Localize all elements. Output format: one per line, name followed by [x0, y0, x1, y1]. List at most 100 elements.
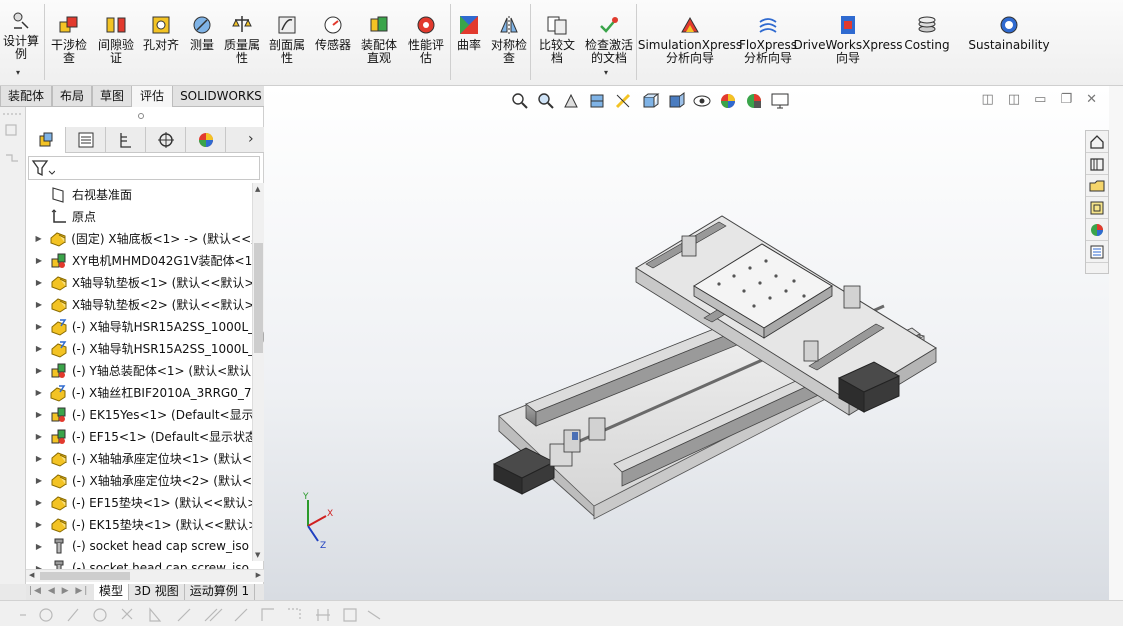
tree-expand-arrow-icon[interactable]: ▶ [32, 366, 46, 375]
custom-properties-icon[interactable] [1086, 241, 1108, 263]
interference-check-button[interactable]: 干涉检 查 [48, 2, 90, 82]
appearances-icon[interactable] [1086, 219, 1108, 241]
check-active-document-button[interactable]: 检查激活 的文档 [582, 2, 636, 82]
tree-expand-arrow-icon[interactable]: ▶ [32, 432, 46, 441]
hole-alignment-button[interactable]: 孔对齐 [140, 2, 182, 82]
ribbon-dropdown-arrow-icon[interactable]: ▾ [16, 68, 20, 77]
tree-horizontal-scrollbar[interactable]: ◀ ▶ [26, 569, 264, 582]
assembly-visualization-button[interactable]: 装配体 直观 [358, 2, 400, 82]
subassembly-icon [50, 428, 68, 444]
measure-button[interactable]: 测量 [186, 2, 218, 82]
tree-item[interactable]: ▶ (-) EF15垫块<1> (默认<<默认> [26, 491, 252, 513]
property-manager-icon[interactable] [66, 127, 106, 153]
tree-expand-arrow-icon[interactable]: ▶ [32, 498, 46, 507]
solidworks-resources-icon[interactable] [1086, 131, 1108, 153]
curvature-button[interactable]: 曲率 [452, 2, 486, 82]
tree-expand-arrow-icon[interactable]: ▶ [32, 520, 46, 529]
strip-icons [3, 113, 21, 162]
tree-expand-arrow-icon[interactable]: ▶ [32, 300, 46, 309]
symmetry-check-button[interactable]: 对称检 查 [488, 2, 530, 82]
driveworksxpress-button[interactable]: DriveWorksXpress 向导 [793, 2, 903, 82]
solidworks-window: 设计算 例干涉检 查间隙验 证孔对齐 测量 质量属 性剖面属 性传感器 装配体 直观性… [0, 0, 1123, 626]
tree-expand-arrow-icon[interactable]: ▶ [32, 278, 46, 287]
tree-expand-arrow-icon[interactable]: ▶ [32, 234, 45, 243]
mass-properties-button[interactable]: 质量属 性 [220, 2, 264, 82]
tree-item[interactable]: ▶ X轴导轨垫板<2> (默认<<默认> [26, 293, 252, 315]
tree-expand-arrow-icon[interactable]: ▶ [32, 454, 46, 463]
tree-item[interactable]: ▶ (-) X轴轴承座定位块<1> (默认< [26, 447, 252, 469]
part-icon [50, 296, 68, 313]
filter-icon[interactable] [29, 157, 56, 179]
display-manager-icon[interactable] [186, 127, 226, 153]
tree-item[interactable]: ▶ (-) socket head cap screw_iso [26, 535, 252, 557]
tree-expand-arrow-icon[interactable]: ▶ [32, 256, 46, 265]
tree-item[interactable]: ▶ (-) EK15垫块<1> (默认<<默认> [26, 513, 252, 535]
tree-item-label: (-) X轴丝杠BIF2010A_3RRG0_79 [71, 385, 252, 400]
tree-item[interactable]: ▶ (-) X轴丝杠BIF2010A_3RRG0_79 [26, 381, 252, 403]
tree-item[interactable]: 右视基准面 [26, 183, 252, 205]
tab-0[interactable]: 装配体 [0, 86, 53, 107]
sensor-button[interactable]: 传感器 [312, 2, 354, 82]
tree-item-label: (-) X轴轴承座定位块<2> (默认< [72, 473, 252, 488]
bottom-nav-arrows[interactable]: |◀ ◀ ▶ ▶| [26, 584, 94, 600]
bottom-tab-0[interactable]: 模型 [94, 584, 130, 600]
simulationxpress-button[interactable]: SimulationXpress 分析向导 [638, 2, 742, 82]
tree-hscroll-thumb[interactable] [40, 572, 130, 580]
panel-splitter-handle[interactable] [138, 113, 144, 119]
sustainability-button[interactable]: Sustainability [956, 2, 1062, 82]
panel-tabs-more-icon[interactable]: › [248, 131, 254, 147]
feature-manager-icon[interactable] [26, 127, 66, 153]
assembly-model-3d-view[interactable]: X Y Z [264, 86, 1109, 600]
check-doc-icon [598, 14, 620, 36]
design-study-button[interactable]: 设计算 例 [0, 2, 42, 82]
tree-item[interactable]: ▶ (-) Y轴总装配体<1> (默认<默认 [26, 359, 252, 381]
configuration-manager-icon[interactable] [106, 127, 146, 153]
tree-expand-arrow-icon[interactable]: ▶ [32, 322, 46, 331]
tab-2[interactable]: 草图 [92, 86, 133, 107]
tree-expand-arrow-icon[interactable]: ▶ [32, 542, 46, 551]
bottom-tab-2[interactable]: 运动算例 1 [185, 584, 256, 600]
ribbon-button-label: 对称检 查 [490, 38, 527, 65]
shaft-coupling[interactable] [572, 432, 578, 440]
graphics-area[interactable]: ◫ ◫ ▭ ❐ ✕ X Y Z [264, 86, 1109, 600]
ribbon-dropdown-arrow-icon[interactable]: ▾ [604, 68, 608, 77]
bottom-tab-1[interactable]: 3D 视图 [129, 584, 185, 600]
clearance-verify-button[interactable]: 间隙验 证 [96, 2, 136, 82]
tab-3[interactable]: 评估 [132, 86, 173, 107]
tree-item-label: 原点 [72, 209, 97, 224]
tree-item-label: (-) X轴轴承座定位块<1> (默认< [72, 451, 252, 466]
panel-tab-bar [26, 127, 264, 153]
ribbon-separator [530, 4, 531, 80]
compare-documents-button[interactable]: 比较文 档 [536, 2, 578, 82]
file-explorer-icon[interactable] [1086, 175, 1108, 197]
tree-expand-arrow-icon[interactable]: ▶ [32, 410, 46, 419]
tree-item[interactable]: ▶ X轴导轨垫板<1> (默认<<默认> [26, 271, 252, 293]
tree-vertical-scrollbar[interactable]: ▲ ▼ [252, 183, 264, 561]
tree-item[interactable]: ▶ (-) EF15<1> (Default<显示状态 [26, 425, 252, 447]
tree-item[interactable]: ▶ (-) EK15Yes<1> (Default<显示 [26, 403, 252, 425]
tree-expand-arrow-icon[interactable]: ▶ [32, 344, 46, 353]
tree-expand-arrow-icon[interactable]: ▶ [32, 476, 46, 485]
tree-expand-arrow-icon[interactable]: ▶ [32, 388, 45, 397]
tree-item-label: (-) X轴导轨HSR15A2SS_1000L_ [71, 319, 252, 334]
costing-button[interactable]: Costing [902, 2, 952, 82]
tree-item-label: X轴导轨垫板<1> (默认<<默认> [71, 275, 252, 290]
dimxpert-icon[interactable] [146, 127, 186, 153]
section-properties-button[interactable]: 剖面属 性 [266, 2, 308, 82]
floxpress-button[interactable]: FloXpress 分析向导 [739, 2, 797, 82]
tab-1[interactable]: 布局 [52, 86, 93, 107]
view-palette-icon[interactable] [1086, 197, 1108, 219]
performance-evaluation-button[interactable]: 性能评 估 [404, 2, 448, 82]
assembly-visual-icon [368, 14, 390, 36]
reference-triad: X Y Z [302, 492, 333, 551]
design-library-icon[interactable] [1086, 153, 1108, 175]
ribbon-button-label: FloXpress 分析向导 [739, 38, 797, 65]
tree-item[interactable]: ▶ (-) X轴轴承座定位块<2> (默认< [26, 469, 252, 491]
tree-item[interactable]: ▶ (-) X轴导轨HSR15A2SS_1000L_ [26, 315, 252, 337]
tree-item[interactable]: 原点 [26, 205, 252, 227]
tree-filter-bar[interactable] [28, 156, 260, 180]
tree-item[interactable]: ▶ XY电机MHMD042G1V装配体<1 [26, 249, 252, 271]
tree-scroll-thumb[interactable] [254, 243, 263, 353]
tree-item[interactable]: ▶ (固定) X轴底板<1> -> (默认<<默 [26, 227, 252, 249]
tree-item[interactable]: ▶ (-) X轴导轨HSR15A2SS_1000L_ [26, 337, 252, 359]
